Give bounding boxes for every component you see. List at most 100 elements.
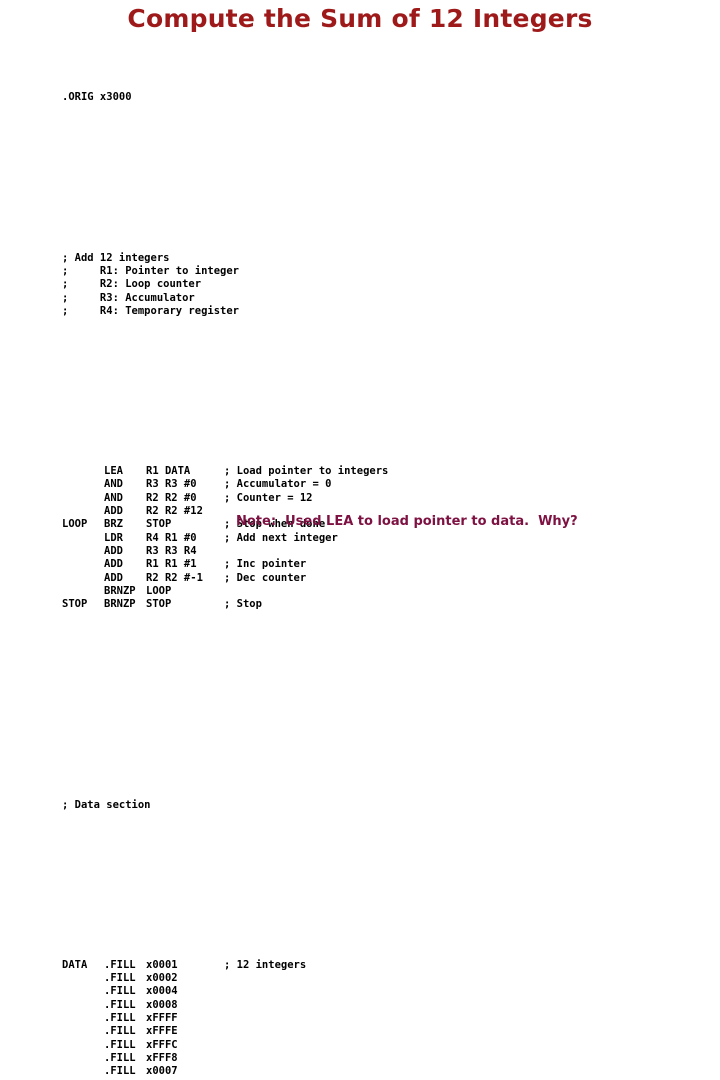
- data-comment: ; 12 integers: [224, 958, 307, 971]
- data-value: x0008: [146, 998, 178, 1011]
- instruction-operands: R3 R3 #0: [146, 478, 197, 491]
- header-comment-block: ; Add 12 integers; R1: Pointer to intege…: [62, 252, 239, 319]
- instruction-comment: ; Inc pointer: [224, 558, 307, 571]
- code-line-data: .FILL xFFFE: [62, 1025, 178, 1038]
- data-directive: .FILL: [104, 1052, 136, 1065]
- instruction-operands: R3 R3 R4: [146, 545, 197, 558]
- instruction-opcode: BRZ: [104, 518, 123, 531]
- data-directive: .FILL: [104, 1025, 136, 1038]
- comment-text: ; R4: Temporary register: [62, 304, 240, 317]
- data-value: x0002: [146, 972, 178, 985]
- data-directive: .FILL: [104, 1012, 136, 1025]
- data-directive: .FILL: [104, 972, 136, 985]
- code-spacer: [62, 892, 100, 905]
- code-spacer: [62, 692, 100, 705]
- code-line-data: .FILL xFFF8: [62, 1052, 178, 1065]
- data-value: xFFFC: [146, 1038, 178, 1051]
- comment-text: ; R1: Pointer to integer: [62, 264, 240, 277]
- instruction-operands: R2 R2 #12: [146, 505, 203, 518]
- code-line-instruction: LDR R4 R1 #0 ; Add next integer: [62, 532, 338, 545]
- instruction-comment: ; Load pointer to integers: [224, 465, 389, 477]
- instruction-opcode: AND: [104, 478, 123, 491]
- code-spacer: [62, 145, 100, 158]
- code-spacer: [62, 852, 100, 865]
- code-line-instruction: ADD R2 R2 #12: [62, 505, 203, 518]
- code-line-header-comment: ; R3: Accumulator: [62, 292, 195, 305]
- code-line-data-section-comment: ; Data section: [62, 799, 151, 812]
- instruction-operands: R4 R1 #0: [146, 531, 197, 544]
- data-value: x0001: [146, 958, 178, 971]
- instruction-opcode: LEA: [104, 465, 123, 477]
- code-line-instruction: AND R3 R3 #0 ; Accumulator = 0: [62, 478, 331, 491]
- data-value: x0004: [146, 985, 178, 998]
- code-line-data: .FILL x0007: [62, 1065, 178, 1078]
- code-line-header-comment: ; R2: Loop counter: [62, 278, 201, 291]
- instruction-opcode: ADD: [104, 571, 123, 584]
- data-directive: .FILL: [104, 1038, 136, 1051]
- code-line-instruction: LOOP BRZ STOP; Stop when done: [62, 518, 325, 531]
- instruction-comment: ; Dec counter: [224, 571, 307, 584]
- instruction-opcode: BRNZP: [104, 598, 136, 611]
- data-directive: .FILL: [104, 1079, 136, 1080]
- instruction-operands: STOP: [146, 518, 172, 531]
- code-spacer: [62, 732, 100, 745]
- code-spacer: [62, 398, 100, 411]
- slide-canvas: Compute the Sum of 12 Integers .ORIG x30…: [0, 0, 720, 1080]
- code-line-header-comment: ; R4: Temporary register: [62, 305, 239, 318]
- instruction-comment: ; Accumulator = 0: [224, 478, 332, 491]
- instruction-operands: R1 DATA: [146, 465, 191, 477]
- instruction-comment: ; Add next integer: [224, 531, 338, 544]
- assembly-code-listing: .ORIG x3000 ; Add 12 integers; R1: Point…: [62, 38, 388, 1080]
- data-value: xFFFE: [146, 1025, 178, 1038]
- instruction-label: LOOP: [62, 518, 88, 531]
- instruction-opcode: LDR: [104, 531, 123, 544]
- code-line-instruction: BRNZP LOOP: [62, 585, 171, 598]
- instruction-opcode: BRNZP: [104, 585, 136, 598]
- instruction-operands: R1 R1 #1: [146, 558, 197, 571]
- code-line-instruction: ADD R1 R1 #1 ; Inc pointer: [62, 558, 306, 571]
- data-label: DATA: [62, 958, 88, 971]
- code-line-data: .FILL x0004: [62, 985, 178, 998]
- instruction-comment: ; Counter = 12: [224, 491, 313, 504]
- code-line-data: .FILL xFFFF: [62, 1012, 178, 1025]
- data-section-comment: ; Data section: [62, 798, 151, 811]
- comment-text: ; Add 12 integers: [62, 251, 170, 264]
- instruction-opcode: ADD: [104, 505, 123, 518]
- comment-text: ; R3: Accumulator: [62, 291, 195, 304]
- data-value: x0007: [146, 1065, 178, 1078]
- instruction-operands: R2 R2 #0: [146, 491, 197, 504]
- instruction-operands: LOOP: [146, 585, 172, 598]
- slide-note: Note: Used LEA to load pointer to data. …: [236, 514, 578, 529]
- code-line-data: .FILL xFFFC: [62, 1039, 178, 1052]
- code-line-header-comment: ; R1: Pointer to integer: [62, 265, 239, 278]
- code-line-data: DATA .FILL x0001 ; 12 integers: [62, 958, 306, 972]
- code-line-data: .FILL x0002: [62, 972, 178, 985]
- instruction-opcode: ADD: [104, 545, 123, 558]
- code-spacer: [62, 652, 100, 665]
- data-value: x0004: [146, 1079, 178, 1080]
- page-title: Compute the Sum of 12 Integers: [127, 4, 593, 33]
- instruction-operands: STOP: [146, 598, 172, 611]
- code-spacer: [62, 358, 100, 371]
- data-value: xFFFF: [146, 1012, 178, 1025]
- code-line-orig: .ORIG x3000: [62, 91, 132, 104]
- data-directive: .FILL: [104, 998, 136, 1011]
- code-line-instruction: STOP BRNZP STOP ; Stop: [62, 598, 262, 611]
- instruction-comment: ; Stop: [224, 598, 262, 611]
- code-line-data: .FILL x0004: [62, 1079, 178, 1080]
- code-spacer: [62, 185, 100, 198]
- orig-directive: .ORIG x3000: [62, 91, 132, 104]
- comment-text: ; R2: Loop counter: [62, 278, 202, 291]
- code-line-header-comment: ; Add 12 integers: [62, 252, 169, 265]
- instruction-label: STOP: [62, 598, 88, 611]
- data-directive: .FILL: [104, 985, 136, 998]
- data-value: xFFF8: [146, 1052, 178, 1065]
- data-block: DATA .FILL x0001; 12 integers .FILL x0002 .FI…: [62, 958, 306, 1080]
- instruction-block: LEA R1 DATA ; Load pointer to integers AND R…: [62, 465, 388, 612]
- data-directive: .FILL: [104, 1065, 136, 1078]
- instruction-operands: R2 R2 #-1: [146, 571, 203, 584]
- code-line-instruction: AND R2 R2 #0 ; Counter = 12: [62, 492, 313, 505]
- code-line-instruction: LEA R1 DATA ; Load pointer to integers: [62, 465, 388, 478]
- code-line-data: .FILL x0008: [62, 999, 178, 1012]
- instruction-opcode: AND: [104, 491, 123, 504]
